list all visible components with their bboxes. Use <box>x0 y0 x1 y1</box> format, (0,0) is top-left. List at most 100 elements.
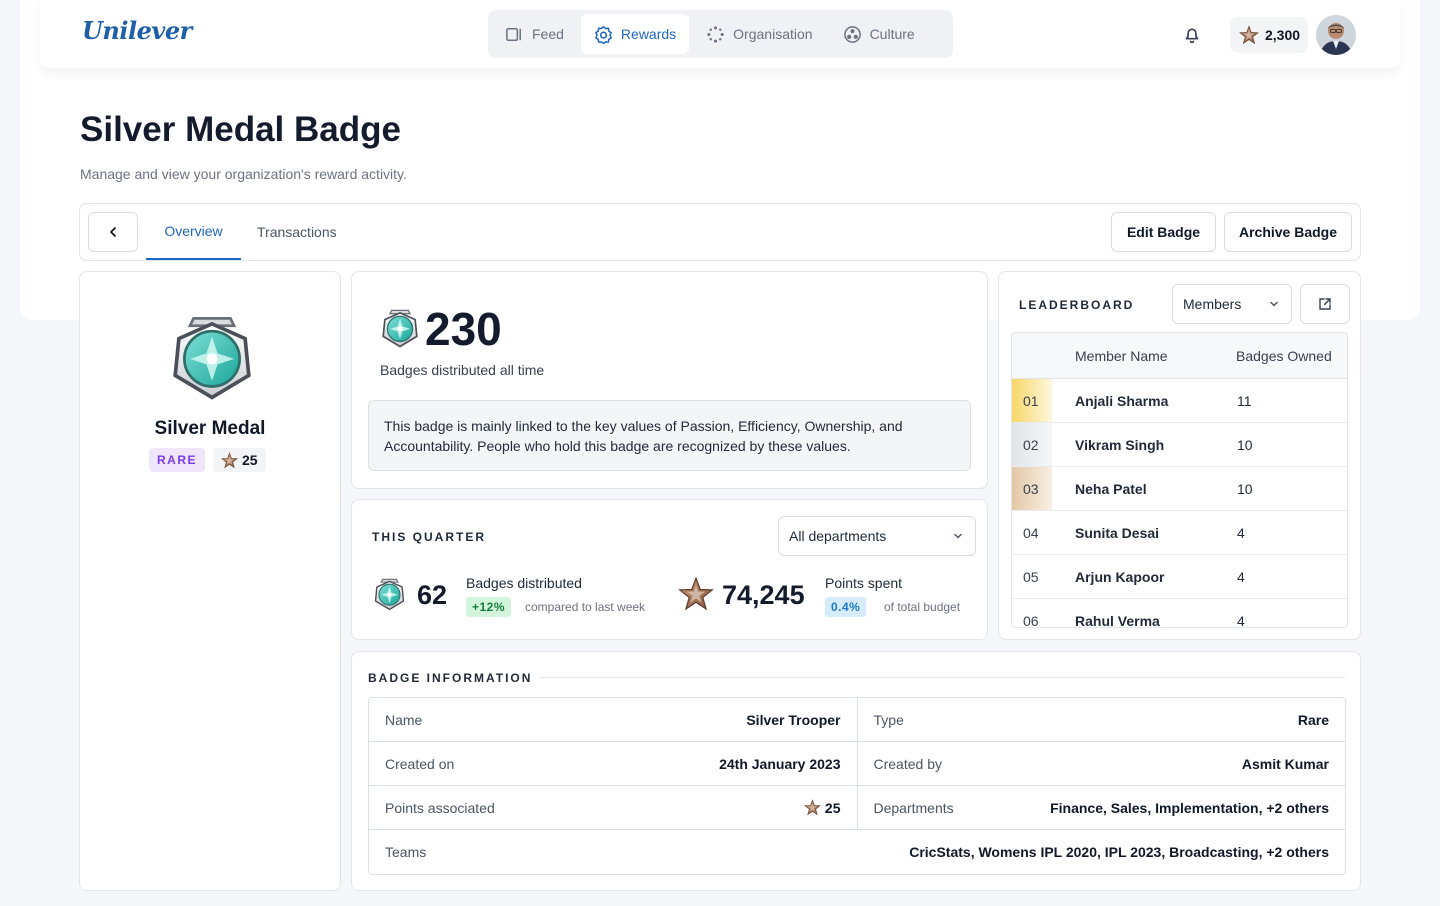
info-value: Finance, Sales, Implementation, +2 other… <box>1050 799 1329 816</box>
points-delta-note: of total budget <box>884 600 961 614</box>
bronze-star-icon <box>804 799 821 816</box>
leaderboard-filter-value: Members <box>1183 296 1242 312</box>
leaderboard-row[interactable]: 05 Arjun Kapoor 4 <box>1012 555 1347 599</box>
info-points-value: 25 <box>824 799 841 816</box>
external-link-icon <box>1319 298 1331 310</box>
rank-bronze: 03 <box>1012 467 1052 510</box>
badges-owned: 10 <box>1237 480 1253 497</box>
leaderboard-row[interactable]: 03 Neha Patel 10 <box>1012 467 1347 511</box>
badges-owned: 4 <box>1237 524 1245 541</box>
leaderboard-header-row: Member Name Badges Owned <box>1012 333 1347 379</box>
archive-badge-button[interactable]: Archive Badge <box>1224 212 1352 252</box>
member-name: Arjun Kapoor <box>1075 568 1165 585</box>
culture-icon <box>843 25 861 43</box>
rewards-icon <box>594 25 612 44</box>
rank-number: 04 <box>1023 524 1039 541</box>
info-value: Asmit Kumar <box>1241 755 1329 772</box>
nav-rewards-label: Rewards <box>620 26 677 42</box>
info-row: Points associated 25 Departments Finance… <box>369 786 1345 830</box>
bronze-star-icon <box>221 452 238 469</box>
column-header-member-name: Member Name <box>1075 348 1168 364</box>
info-row: Teams CricStats, Womens IPL 2020, IPL 20… <box>369 830 1345 874</box>
quarter-points-count: 74,245 <box>722 580 805 610</box>
leaderboard-row[interactable]: 01 Anjali Sharma 11 <box>1012 379 1347 423</box>
leaderboard-filter-select[interactable]: Members <box>1172 284 1292 324</box>
info-cell-name: Name Silver Trooper <box>369 698 857 741</box>
info-label: Created on <box>385 755 455 772</box>
leaderboard-card: LEADERBOARD Members Member Name Badges O… <box>998 271 1361 640</box>
nav-item-rewards[interactable]: Rewards <box>580 14 690 54</box>
silver-medal-icon <box>166 310 258 404</box>
info-label: Created by <box>873 755 942 772</box>
points-delta-badge: 0.4% <box>825 597 867 617</box>
rank-number: 05 <box>1023 568 1039 585</box>
nav-feed-label: Feed <box>532 26 564 42</box>
rank-gold: 01 <box>1012 379 1052 422</box>
info-cell-teams: Teams CricStats, Womens IPL 2020, IPL 20… <box>369 830 1345 874</box>
column-header-badges-owned: Badges Owned <box>1236 348 1332 364</box>
bronze-star-icon <box>1239 25 1259 45</box>
badges-owned: 4 <box>1237 612 1245 628</box>
open-leaderboard-button[interactable] <box>1300 284 1350 324</box>
info-cell-created-by: Created by Asmit Kumar <box>856 742 1346 785</box>
info-value: 24th January 2023 <box>719 755 841 772</box>
leaderboard-row[interactable]: 02 Vikram Singh 10 <box>1012 423 1347 467</box>
rank-number: 06 <box>1023 612 1039 628</box>
quarter-points-label: Points spent <box>825 575 903 591</box>
all-time-count: 230 <box>425 303 502 355</box>
nav-item-culture[interactable]: Culture <box>830 14 928 54</box>
info-value: Rare <box>1297 711 1329 728</box>
info-label: Type <box>873 711 904 728</box>
leaderboard-table: Member Name Badges Owned 01 Anjali Sharm… <box>1011 332 1348 628</box>
badges-owned: 10 <box>1237 436 1253 453</box>
user-avatar[interactable] <box>1316 15 1356 55</box>
info-cell-type: Type Rare <box>856 698 1346 741</box>
info-label: Points associated <box>385 799 495 816</box>
page-subtitle: Manage and view your organization's rewa… <box>80 166 407 182</box>
info-row: Created on 24th January 2023 Created by … <box>369 742 1345 786</box>
rarity-badge: RARE <box>149 448 206 472</box>
info-row: Name Silver Trooper Type Rare <box>369 698 1345 742</box>
badges-owned: 11 <box>1237 392 1252 409</box>
badge-information-title: BADGE INFORMATION <box>368 671 541 685</box>
info-cell-points: Points associated 25 <box>369 786 857 829</box>
bronze-star-icon <box>678 576 714 612</box>
edit-badge-button[interactable]: Edit Badge <box>1111 212 1216 252</box>
badge-information-card: BADGE INFORMATION Name Silver Trooper Ty… <box>351 651 1361 891</box>
chevron-left-icon <box>110 227 116 237</box>
user-points-badge[interactable]: 2,300 <box>1230 17 1308 53</box>
member-name: Anjali Sharma <box>1075 392 1169 409</box>
tab-overview[interactable]: Overview <box>146 204 241 260</box>
distributed-delta-note: compared to last week <box>525 600 646 614</box>
silver-medal-icon <box>379 306 421 350</box>
page-title: Silver Medal Badge <box>80 110 401 149</box>
member-name: Rahul Verma <box>1075 612 1160 628</box>
back-button[interactable] <box>88 212 138 252</box>
info-label: Departments <box>873 799 954 816</box>
badge-summary-card: Silver Medal RARE 25 <box>79 271 341 891</box>
info-value: CricStats, Womens IPL 2020, IPL 2023, Br… <box>909 844 1329 860</box>
tab-transactions[interactable]: Transactions <box>257 204 337 260</box>
member-name: Vikram Singh <box>1075 436 1165 453</box>
badge-description: This badge is mainly linked to the key v… <box>368 400 971 471</box>
user-points-value: 2,300 <box>1265 27 1301 43</box>
badge-tabs-bar: Overview Transactions Edit Badge Archive… <box>79 203 1361 261</box>
nav-item-organisation[interactable]: Organisation <box>693 14 825 54</box>
nav-culture-label: Culture <box>869 26 915 42</box>
info-cell-departments: Departments Finance, Sales, Implementati… <box>856 786 1346 829</box>
department-filter-select[interactable]: All departments <box>778 516 976 556</box>
notification-bell-icon[interactable] <box>1181 24 1203 46</box>
organisation-icon <box>707 25 724 43</box>
quarter-distributed-label: Badges distributed <box>466 575 582 591</box>
feed-icon <box>506 27 521 41</box>
nav-item-feed[interactable]: Feed <box>492 14 577 54</box>
chevron-down-icon <box>954 533 962 539</box>
brand-logo[interactable]: Unilever <box>82 16 192 45</box>
info-value: 25 <box>804 799 841 816</box>
leaderboard-row[interactable]: 06 Rahul Verma 4 <box>1012 599 1347 628</box>
badge-name: Silver Medal <box>154 418 266 439</box>
chevron-down-icon <box>1270 301 1278 307</box>
silver-medal-icon <box>372 576 407 612</box>
info-label: Teams <box>385 844 427 860</box>
leaderboard-row[interactable]: 04 Sunita Desai 4 <box>1012 511 1347 555</box>
